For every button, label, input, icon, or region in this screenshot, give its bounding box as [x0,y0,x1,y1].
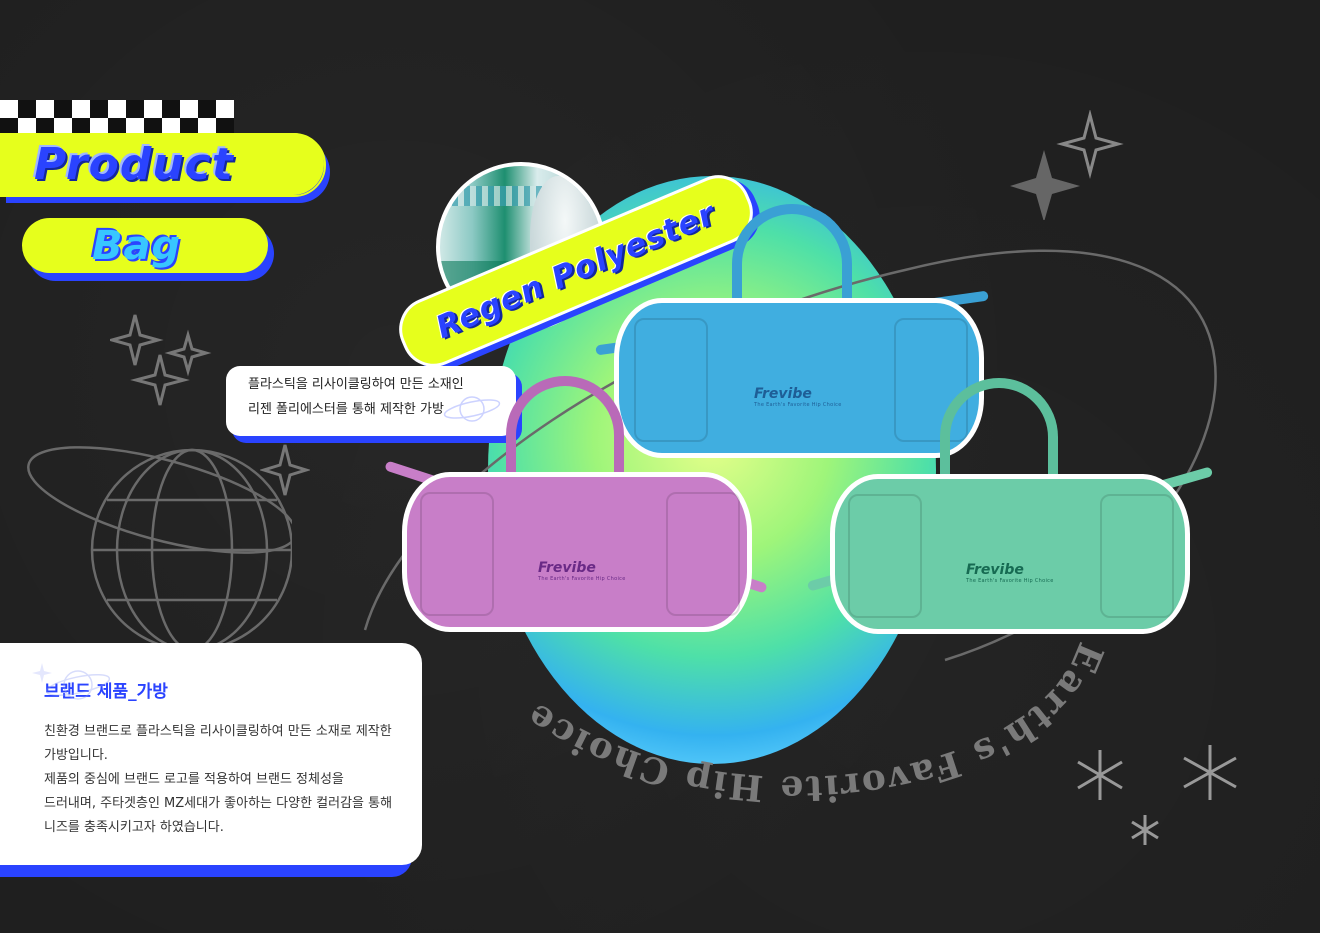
description-line5: 니즈를 충족시키고자 하였습니다. [44,820,224,835]
product-heading-pill: Product [0,133,326,197]
bag-heading: Bag [92,222,182,269]
description-line2: 가방입니다. [44,748,108,763]
description-line3: 제품의 중심에 브랜드 로고를 적용하여 브랜드 정체성을 [44,772,344,787]
globe-wireframe-icon [27,446,292,652]
arc-slogan: Earth's Favorite Hip Choice [518,637,1111,810]
description-card: 브랜드 제품_가방 친환경 브랜드로 플라스틱을 리사이클링하여 만든 소재로 … [0,643,422,877]
description-line1: 친환경 브랜드로 플라스틱을 리사이클링하여 만든 소재로 제작한 [44,724,392,739]
product-heading: Product [34,138,234,190]
svg-text:Earth's Favorite Hip Choice: Earth's Favorite Hip Choice [518,637,1111,810]
description-line4: 드러내며, 주타겟층인 MZ세대가 좋아하는 다양한 컬러감을 통해 [44,796,393,811]
checker-strip-icon [0,100,236,136]
asterisk-icon [1077,745,1237,845]
bag-heading-pill: Bag [22,218,268,273]
arc-slogan-text: Earth's Favorite Hip Choice [518,637,1109,810]
planet-icon [32,663,111,700]
sparkle-icon [110,314,212,406]
